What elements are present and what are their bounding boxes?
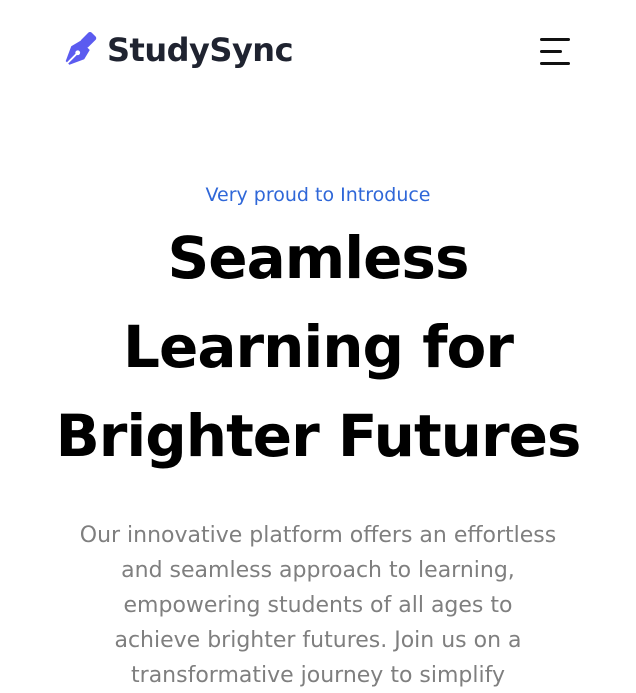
menu-button[interactable] — [536, 34, 576, 70]
hero-eyebrow: Very proud to Introduce — [205, 184, 431, 206]
headline-line: Brighter Futures — [55, 402, 582, 470]
landing-page: StudySync Very proud to Introduce Seamle… — [0, 0, 636, 693]
headline-line: Learning for — [123, 313, 514, 381]
description-line: Our innovative platform offers an effort… — [79, 523, 557, 548]
pen-nib-icon — [65, 31, 97, 65]
hamburger-menu-icon — [540, 38, 570, 41]
brand-logo-link[interactable]: StudySync — [62, 31, 294, 69]
description-line: and seamless approach to learning, — [121, 558, 515, 583]
site-header: StudySync — [0, 0, 636, 104]
description-line: empowering students of all ages to — [123, 593, 513, 618]
description-line: transformative journey to simplify — [131, 663, 505, 688]
brand-name: StudySync — [107, 31, 294, 69]
hero-headline: Seamless Learning for Brighter Futures — [20, 214, 616, 481]
description-line: achieve brighter futures. Join us on a — [114, 628, 522, 653]
hero-description: Our innovative platform offers an effort… — [20, 518, 616, 693]
headline-line: Seamless — [167, 224, 470, 292]
